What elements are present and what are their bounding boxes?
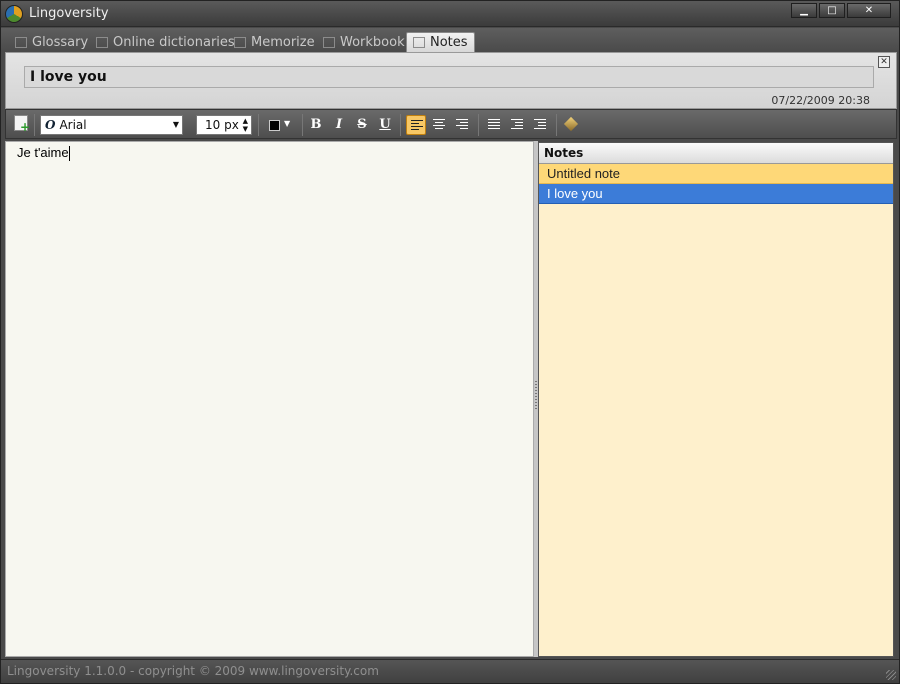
toolbar-divider bbox=[478, 114, 479, 136]
indent-button[interactable] bbox=[530, 115, 550, 135]
close-button[interactable]: ✕ bbox=[847, 3, 891, 18]
editor-text: Je t'aime bbox=[17, 145, 69, 160]
outdent-button[interactable] bbox=[507, 115, 527, 135]
tab-bar: Glossary Online dictionaries Memorize Wo… bbox=[1, 28, 899, 52]
list-icon bbox=[15, 36, 27, 48]
text-cursor bbox=[68, 146, 70, 162]
list-item[interactable]: I love you bbox=[539, 184, 893, 204]
tab-glossary[interactable]: Glossary bbox=[9, 32, 88, 52]
align-right-icon bbox=[456, 119, 468, 131]
checkbox-icon bbox=[234, 36, 246, 48]
color-swatch bbox=[269, 120, 280, 131]
tab-memorize[interactable]: Memorize bbox=[228, 32, 315, 52]
align-center-button[interactable] bbox=[429, 115, 449, 135]
list-item[interactable]: Untitled note bbox=[539, 164, 893, 184]
font-size-stepper[interactable]: 10 px ▲ ▼ bbox=[196, 115, 252, 135]
workbook-icon bbox=[323, 36, 335, 48]
indent-icon bbox=[534, 119, 546, 131]
bullet-list-button[interactable] bbox=[484, 115, 504, 135]
note-editor[interactable]: Je t'aime bbox=[5, 141, 534, 657]
toolbar-divider bbox=[258, 114, 259, 136]
note-icon bbox=[413, 37, 425, 48]
underline-button[interactable]: U bbox=[375, 115, 395, 135]
font-name: Arial bbox=[59, 118, 87, 132]
clear-format-icon[interactable] bbox=[562, 115, 580, 135]
title-bar[interactable]: Lingoversity ▁ □ ✕ bbox=[1, 1, 899, 27]
app-window: Lingoversity ▁ □ ✕ Glossary Online dicti… bbox=[0, 0, 900, 684]
tab-label: Online dictionaries bbox=[113, 34, 235, 50]
bold-button[interactable]: B bbox=[306, 115, 326, 135]
tab-label: Glossary bbox=[32, 34, 89, 50]
window-title: Lingoversity bbox=[29, 6, 109, 21]
toolbar-divider bbox=[556, 114, 557, 136]
font-family-select[interactable]: O Arial ▼ bbox=[40, 115, 183, 135]
spinner-arrows-icon[interactable]: ▲ ▼ bbox=[243, 117, 248, 133]
bullet-list-icon bbox=[488, 119, 500, 131]
note-title-field[interactable]: I love you bbox=[24, 66, 874, 88]
tab-label: Workbook bbox=[340, 34, 405, 50]
new-note-icon[interactable] bbox=[14, 115, 30, 134]
note-header: I love you ✕ 07/22/2009 20:38 bbox=[5, 52, 897, 109]
align-left-icon bbox=[411, 120, 423, 132]
toolbar-divider bbox=[400, 114, 401, 136]
font-size-value: 10 px bbox=[205, 118, 239, 132]
books-icon bbox=[96, 36, 108, 48]
tab-workbook[interactable]: Workbook bbox=[317, 32, 405, 52]
tab-notes[interactable]: Notes bbox=[406, 32, 475, 52]
opentype-font-icon: O bbox=[45, 118, 56, 132]
toolbar-divider bbox=[34, 114, 35, 136]
tab-online-dictionaries[interactable]: Online dictionaries bbox=[90, 32, 235, 52]
notes-list-header[interactable]: Notes bbox=[539, 143, 893, 164]
status-bar: Lingoversity 1.1.0.0 - copyright © 2009 … bbox=[1, 659, 899, 683]
close-note-icon[interactable]: ✕ bbox=[878, 56, 890, 68]
resize-grip-icon[interactable] bbox=[886, 670, 896, 680]
note-date: 07/22/2009 20:38 bbox=[771, 94, 870, 107]
tab-label: Memorize bbox=[251, 34, 315, 50]
chevron-down-icon: ▼ bbox=[284, 119, 291, 128]
minimize-button[interactable]: ▁ bbox=[791, 3, 817, 18]
notes-list-panel: Notes Untitled note I love you bbox=[538, 142, 894, 657]
maximize-button[interactable]: □ bbox=[819, 3, 845, 18]
chevron-down-icon: ▼ bbox=[172, 120, 179, 129]
align-left-button[interactable] bbox=[406, 115, 426, 135]
align-right-button[interactable] bbox=[452, 115, 472, 135]
align-center-icon bbox=[433, 119, 445, 131]
strikethrough-button[interactable]: S bbox=[352, 115, 372, 135]
outdent-icon bbox=[511, 119, 523, 131]
italic-button[interactable]: I bbox=[329, 115, 349, 135]
app-logo-icon bbox=[5, 5, 23, 23]
tab-label: Notes bbox=[430, 35, 468, 50]
text-color-button[interactable]: ▼ bbox=[266, 115, 294, 135]
format-toolbar: OArial ▼ 10 px ▲▼ ▼ B I S U bbox=[5, 109, 897, 139]
status-text: Lingoversity 1.1.0.0 - copyright © 2009 … bbox=[7, 664, 379, 678]
toolbar-divider bbox=[302, 114, 303, 136]
